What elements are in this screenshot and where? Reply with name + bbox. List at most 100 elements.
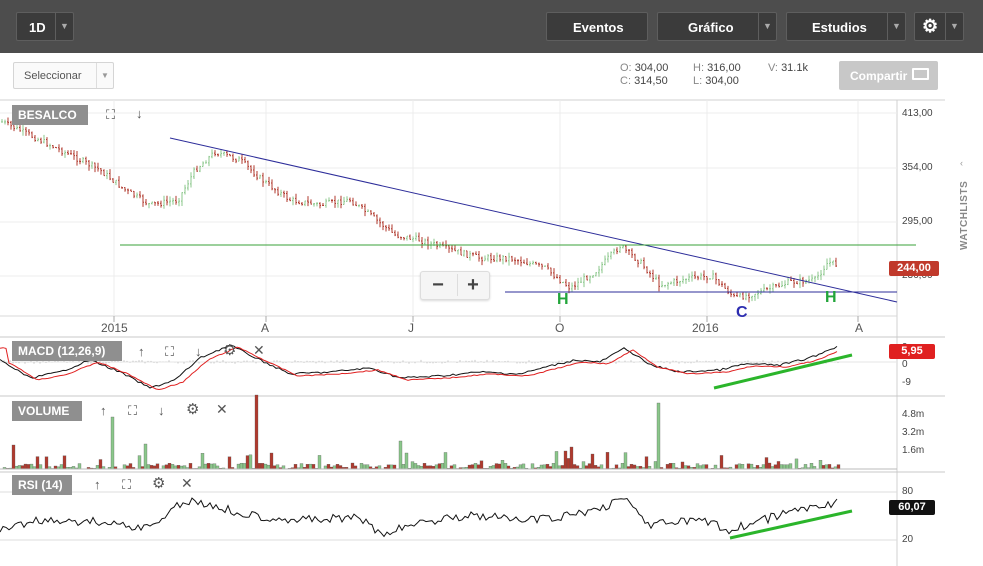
volume-bar bbox=[167, 462, 172, 470]
volume-bar bbox=[317, 455, 322, 470]
x-tick: A bbox=[855, 321, 864, 335]
annotation-cup: C bbox=[736, 304, 748, 321]
volume-bar bbox=[698, 465, 703, 470]
volume-bar bbox=[437, 463, 442, 470]
events-label: Eventos bbox=[573, 20, 624, 35]
studies-label: Estudios bbox=[812, 20, 867, 35]
volume-bar bbox=[605, 452, 610, 470]
volume-bar bbox=[326, 464, 331, 470]
close-icon[interactable]: ✕ bbox=[181, 476, 193, 490]
share-label: Compartir bbox=[850, 69, 908, 83]
volume-bar bbox=[776, 461, 781, 470]
chart-type-dropdown[interactable]: Gráfico ▼ bbox=[657, 12, 777, 41]
arrow-down-icon[interactable]: ↓ bbox=[136, 107, 143, 120]
share-button[interactable]: Compartir bbox=[839, 61, 938, 90]
volume-bar bbox=[164, 464, 169, 470]
volume-bar bbox=[572, 464, 577, 470]
plot-area bbox=[0, 100, 897, 566]
volume-bar bbox=[539, 464, 544, 470]
volume-bar bbox=[242, 463, 247, 470]
volume-bar bbox=[782, 464, 787, 470]
volume-bar bbox=[29, 463, 34, 470]
volume-bar bbox=[239, 462, 244, 470]
volume-bar bbox=[779, 464, 784, 470]
ohlc-readout: O: 304,00 bbox=[620, 62, 669, 74]
gear-icon[interactable]: ⚙ bbox=[152, 476, 165, 491]
arrow-up-icon[interactable]: ↑ bbox=[138, 345, 145, 358]
close-icon[interactable]: ✕ bbox=[216, 402, 228, 416]
volume-bar bbox=[122, 464, 127, 470]
zoom-out-button[interactable]: − bbox=[423, 274, 453, 296]
volume-bar bbox=[803, 464, 808, 470]
volume-bar bbox=[143, 443, 148, 470]
volume-bar bbox=[269, 452, 274, 470]
volume-bar bbox=[713, 464, 718, 470]
x-tick: 2015 bbox=[101, 321, 128, 335]
volume-bar bbox=[275, 464, 280, 470]
close-icon[interactable]: ✕ bbox=[253, 343, 265, 357]
volume-bar bbox=[422, 463, 427, 470]
expand-icon[interactable]: ⛶ bbox=[122, 478, 131, 491]
zoom-in-button[interactable]: + bbox=[457, 274, 488, 296]
events-button[interactable]: Eventos bbox=[546, 12, 648, 41]
arrow-up-icon[interactable]: ↑ bbox=[100, 404, 107, 417]
ohlc-readout: V: 31.1k bbox=[768, 62, 808, 74]
expand-icon[interactable]: ⛶ bbox=[128, 404, 137, 417]
watchlists-tab[interactable]: ‹ WATCHLISTS bbox=[950, 150, 980, 258]
volume-bar bbox=[128, 463, 133, 470]
volume-bar bbox=[263, 463, 268, 470]
volume-bar bbox=[809, 463, 814, 470]
volume-bar bbox=[206, 463, 211, 470]
volume-bar bbox=[680, 461, 685, 470]
x-tick: O bbox=[555, 321, 565, 335]
volume-bar bbox=[542, 464, 547, 470]
volume-bar bbox=[311, 464, 316, 470]
volume-bar bbox=[98, 459, 103, 470]
expand-icon[interactable]: ⛶ bbox=[106, 108, 115, 121]
volume-panel-title[interactable]: VOLUME bbox=[12, 401, 82, 421]
volume-bar bbox=[338, 465, 343, 470]
price-panel-title[interactable]: BESALCO bbox=[12, 105, 88, 125]
gear-icon[interactable]: ⚙ bbox=[186, 402, 199, 417]
gear-icon: ⚙ bbox=[922, 16, 939, 36]
studies-dropdown[interactable]: Estudios ▼ bbox=[786, 12, 906, 41]
volume-bar bbox=[551, 463, 556, 470]
volume-bar bbox=[497, 463, 502, 470]
volume-bar bbox=[575, 465, 580, 470]
volume-bar bbox=[518, 464, 523, 470]
gear-icon[interactable]: ⚙ bbox=[223, 343, 236, 358]
volume-bar bbox=[566, 458, 571, 470]
volume-bar bbox=[749, 463, 754, 470]
volume-bar bbox=[392, 464, 397, 470]
volume-bar bbox=[35, 456, 40, 470]
volume-bar bbox=[248, 454, 253, 470]
expand-icon[interactable]: ⛶ bbox=[165, 345, 174, 358]
volume-bar bbox=[209, 463, 214, 470]
arrow-down-icon[interactable]: ↓ bbox=[195, 345, 202, 358]
current-price-label: 244,00 bbox=[889, 261, 939, 276]
rsi-panel-title[interactable]: RSI (14) bbox=[12, 475, 72, 495]
arrow-down-icon[interactable]: ↓ bbox=[158, 404, 165, 417]
volume-bar bbox=[110, 416, 115, 470]
volume-bar bbox=[668, 463, 673, 470]
volume-bar bbox=[491, 465, 496, 470]
drawing-tool-select[interactable]: Seleccionar ▼ bbox=[13, 62, 114, 89]
volume-bar bbox=[170, 464, 175, 470]
settings-dropdown[interactable]: ⚙ ▼ bbox=[914, 12, 964, 41]
chart-canvas[interactable] bbox=[0, 0, 983, 566]
volume-bar bbox=[584, 465, 589, 470]
chevron-down-icon: ▼ bbox=[96, 63, 113, 88]
share-icon bbox=[912, 68, 929, 80]
volume-bar bbox=[386, 464, 391, 470]
y-tick: 1.6m bbox=[902, 445, 925, 456]
arrow-up-icon[interactable]: ↑ bbox=[94, 478, 101, 491]
volume-bar bbox=[500, 460, 505, 470]
interval-dropdown[interactable]: 1D ▼ bbox=[16, 12, 74, 41]
volume-bar bbox=[245, 455, 250, 470]
volume-bar bbox=[272, 465, 277, 470]
volume-bar bbox=[521, 463, 526, 470]
macd-panel-title[interactable]: MACD (12,26,9) bbox=[12, 341, 122, 361]
volume-bar bbox=[350, 462, 355, 470]
volume-bar bbox=[254, 394, 259, 470]
volume-bar bbox=[146, 464, 151, 470]
